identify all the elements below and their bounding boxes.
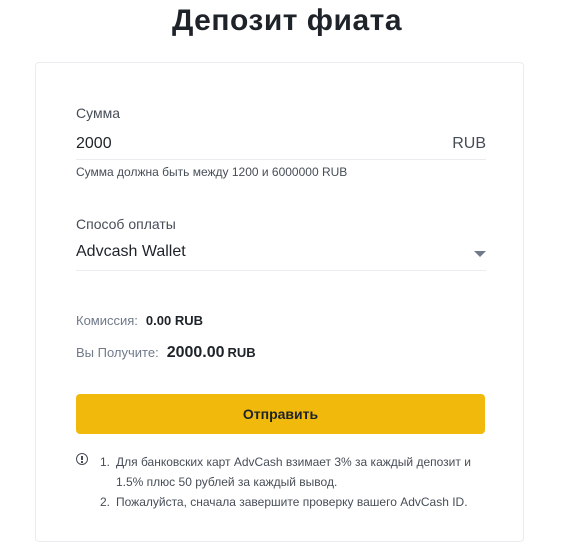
receive-row: Вы Получите: 2000.00 RUB bbox=[76, 344, 256, 362]
receive-label: Вы Получите: bbox=[76, 345, 159, 360]
chevron-down-icon bbox=[474, 251, 486, 257]
fee-label: Комиссия: bbox=[76, 313, 138, 328]
payment-method-value: Advcash Wallet bbox=[76, 243, 186, 260]
note-text: Для банковских карт AdvCash взимает 3% з… bbox=[116, 455, 471, 489]
list-item: 2. Пожалуйста, сначала завершите проверк… bbox=[100, 492, 490, 512]
fee-row: Комиссия: 0.00 RUB bbox=[76, 313, 203, 328]
amount-label: Сумма bbox=[76, 105, 120, 121]
submit-button[interactable]: Отправить bbox=[76, 394, 485, 434]
deposit-form-card: Сумма RUB Сумма должна быть между 1200 и… bbox=[35, 62, 524, 542]
amount-currency: RUB bbox=[452, 135, 486, 152]
note-text: Пожалуйста, сначала завершите проверку в… bbox=[116, 495, 468, 509]
amount-hint: Сумма должна быть между 1200 и 6000000 R… bbox=[76, 165, 348, 179]
info-icon bbox=[76, 453, 88, 465]
notes-list: 1. Для банковских карт AdvCash взимает 3… bbox=[100, 452, 490, 512]
receive-amount: 2000.00 bbox=[166, 344, 225, 361]
note-number: 2. bbox=[100, 495, 111, 509]
amount-field[interactable]: RUB bbox=[76, 135, 486, 160]
amount-input[interactable] bbox=[76, 135, 376, 153]
receive-currency: RUB bbox=[227, 345, 256, 360]
list-item: 1. Для банковских карт AdvCash взимает 3… bbox=[100, 452, 490, 492]
payment-method-label: Способ оплаты bbox=[76, 216, 176, 232]
payment-method-select[interactable]: Advcash Wallet bbox=[76, 243, 486, 271]
page-title: Депозит фиата bbox=[171, 4, 403, 37]
fee-value: 0.00 RUB bbox=[145, 313, 203, 328]
note-number: 1. bbox=[100, 455, 111, 469]
